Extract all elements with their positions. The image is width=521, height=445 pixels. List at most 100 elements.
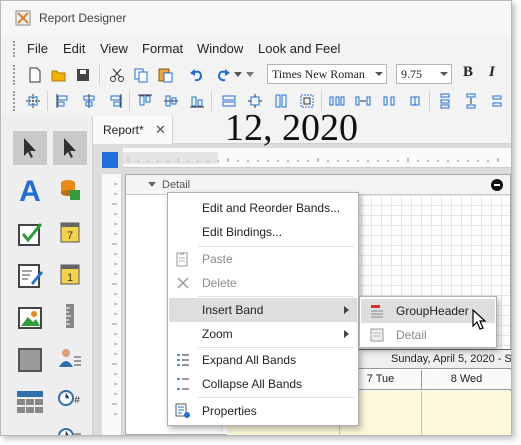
toolbar-separator <box>129 91 130 111</box>
toolbar-more-icon[interactable] <box>245 65 255 85</box>
menu-edit[interactable]: Edit <box>63 41 85 56</box>
menu-format[interactable]: Format <box>142 41 183 56</box>
column-divider <box>421 391 422 435</box>
decrease-horizontal-spacing-icon[interactable] <box>379 91 399 111</box>
database-tool[interactable] <box>53 173 87 207</box>
pointer-tool-2[interactable] <box>53 131 87 165</box>
menubar-grip[interactable] <box>13 41 16 57</box>
tab-report[interactable]: Report* ✕ <box>93 116 173 144</box>
menu-item-label: Expand All Bands <box>202 353 297 367</box>
align-bottoms-icon[interactable] <box>187 91 207 111</box>
svg-text:1: 1 <box>67 272 73 284</box>
align-tops-icon[interactable] <box>135 91 155 111</box>
menu-item-paste[interactable]: Paste <box>169 247 357 271</box>
ruler-corner-button[interactable] <box>102 152 118 168</box>
pointer-tool[interactable] <box>13 131 47 165</box>
align-middles-icon[interactable] <box>161 91 181 111</box>
date-time-tool[interactable] <box>53 419 87 435</box>
band-collapse-icon[interactable] <box>148 182 156 187</box>
date-label[interactable]: 12, 2020 <box>225 106 358 150</box>
clock-hash-icon: # <box>58 390 80 406</box>
shape-icon <box>18 348 42 372</box>
ruler-tool[interactable] <box>53 299 87 333</box>
bold-button[interactable]: B <box>463 64 473 81</box>
save-icon[interactable] <box>73 65 93 85</box>
picture-box-tool[interactable] <box>13 301 47 335</box>
app-icon <box>15 10 31 26</box>
font-size-dropdown-icon[interactable] <box>440 72 448 76</box>
align-rights-icon[interactable] <box>105 91 125 111</box>
table-tool[interactable] <box>13 385 47 419</box>
menu-window[interactable]: Window <box>197 41 243 56</box>
horizontal-ruler <box>123 148 511 168</box>
menu-bar: File Edit View Format Window Look and Fe… <box>1 37 511 61</box>
vertical-ruler <box>102 174 122 435</box>
menu-item-label: Zoom <box>202 327 233 341</box>
vertical-spacing-equal-icon[interactable] <box>435 91 455 111</box>
font-name-combo[interactable]: Times New Roman <box>267 64 387 84</box>
delete-icon <box>175 275 191 291</box>
redo-dropdown-icon[interactable] <box>233 65 243 85</box>
menu-item-properties[interactable]: Properties <box>169 399 357 423</box>
align-centers-icon[interactable] <box>79 91 99 111</box>
context-menu: Edit and Reorder Bands... Edit Bindings.… <box>167 192 359 426</box>
italic-button[interactable]: I <box>489 64 495 81</box>
toolbar-separator <box>211 91 212 111</box>
picture-icon <box>18 307 42 329</box>
tab-report-label: Report* <box>103 123 144 137</box>
cut-icon[interactable] <box>107 65 127 85</box>
menu-look-and-feel[interactable]: Look and Feel <box>258 41 340 56</box>
redo-icon[interactable] <box>213 65 233 85</box>
increase-vertical-spacing-icon[interactable] <box>461 91 481 111</box>
toolbar-separator <box>429 91 430 111</box>
rich-text-icon <box>18 264 43 288</box>
font-name-dropdown-icon[interactable] <box>375 72 383 76</box>
pointer-icon <box>24 138 36 158</box>
user-list-tool[interactable] <box>53 341 87 375</box>
menu-item-label: Paste <box>202 252 233 266</box>
menu-item-label: Insert Band <box>202 303 264 317</box>
band-smart-tag-icon[interactable] <box>490 178 504 192</box>
align-lefts-icon[interactable] <box>53 91 73 111</box>
menu-item-zoom[interactable]: Zoom <box>169 322 357 346</box>
band-name: Detail <box>162 179 191 191</box>
new-icon[interactable] <box>25 65 45 85</box>
menu-item-delete[interactable]: Delete <box>169 271 357 295</box>
label-tool[interactable]: A <box>13 175 47 209</box>
standard-toolbar: Times New Roman 9.75 B I <box>1 61 511 89</box>
decrease-vertical-spacing-icon[interactable] <box>487 91 507 111</box>
menu-item-collapse-all-bands[interactable]: Collapse All Bands <box>169 372 357 396</box>
menu-item-edit-reorder-bands[interactable]: Edit and Reorder Bands... <box>169 196 357 220</box>
day-cell[interactable]: 8 Wed <box>421 370 511 390</box>
font-size-combo[interactable]: 9.75 <box>396 64 452 84</box>
menu-item-label: Collapse All Bands <box>202 377 303 391</box>
menu-item-expand-all-bands[interactable]: Expand All Bands <box>169 348 357 372</box>
paste-icon <box>175 251 191 267</box>
menu-item-label: Edit and Reorder Bands... <box>202 201 341 215</box>
calendar-tool[interactable]: 7 <box>53 215 87 249</box>
ruler-icon <box>66 304 74 328</box>
paste-icon[interactable] <box>155 65 175 85</box>
menu-item-insert-band[interactable]: Insert Band <box>169 298 357 322</box>
calendar-tool-2[interactable]: 1 <box>53 257 87 291</box>
font-size-value: 9.75 <box>401 67 422 81</box>
undo-icon[interactable] <box>187 65 207 85</box>
menu-view[interactable]: View <box>100 41 128 56</box>
tab-close-icon[interactable]: ✕ <box>155 122 166 138</box>
toolbar-grip[interactable] <box>13 91 16 111</box>
open-icon[interactable] <box>49 65 69 85</box>
menu-item-label: Edit Bindings... <box>202 225 283 239</box>
rich-text-tool[interactable] <box>13 259 47 293</box>
checkbox-icon <box>18 223 43 246</box>
menu-item-edit-bindings[interactable]: Edit Bindings... <box>169 220 357 244</box>
menu-file[interactable]: File <box>27 41 48 56</box>
copy-icon[interactable] <box>131 65 151 85</box>
align-to-grid-icon[interactable] <box>23 91 43 111</box>
calendar-1-icon: 1 <box>60 264 80 285</box>
shape-tool[interactable] <box>13 343 47 377</box>
properties-icon <box>175 403 191 419</box>
toolbar-grip[interactable] <box>13 65 16 85</box>
checkbox-tool[interactable] <box>13 217 47 251</box>
page-number-tool[interactable]: # <box>53 381 87 415</box>
remove-horizontal-spacing-icon[interactable] <box>405 91 425 111</box>
